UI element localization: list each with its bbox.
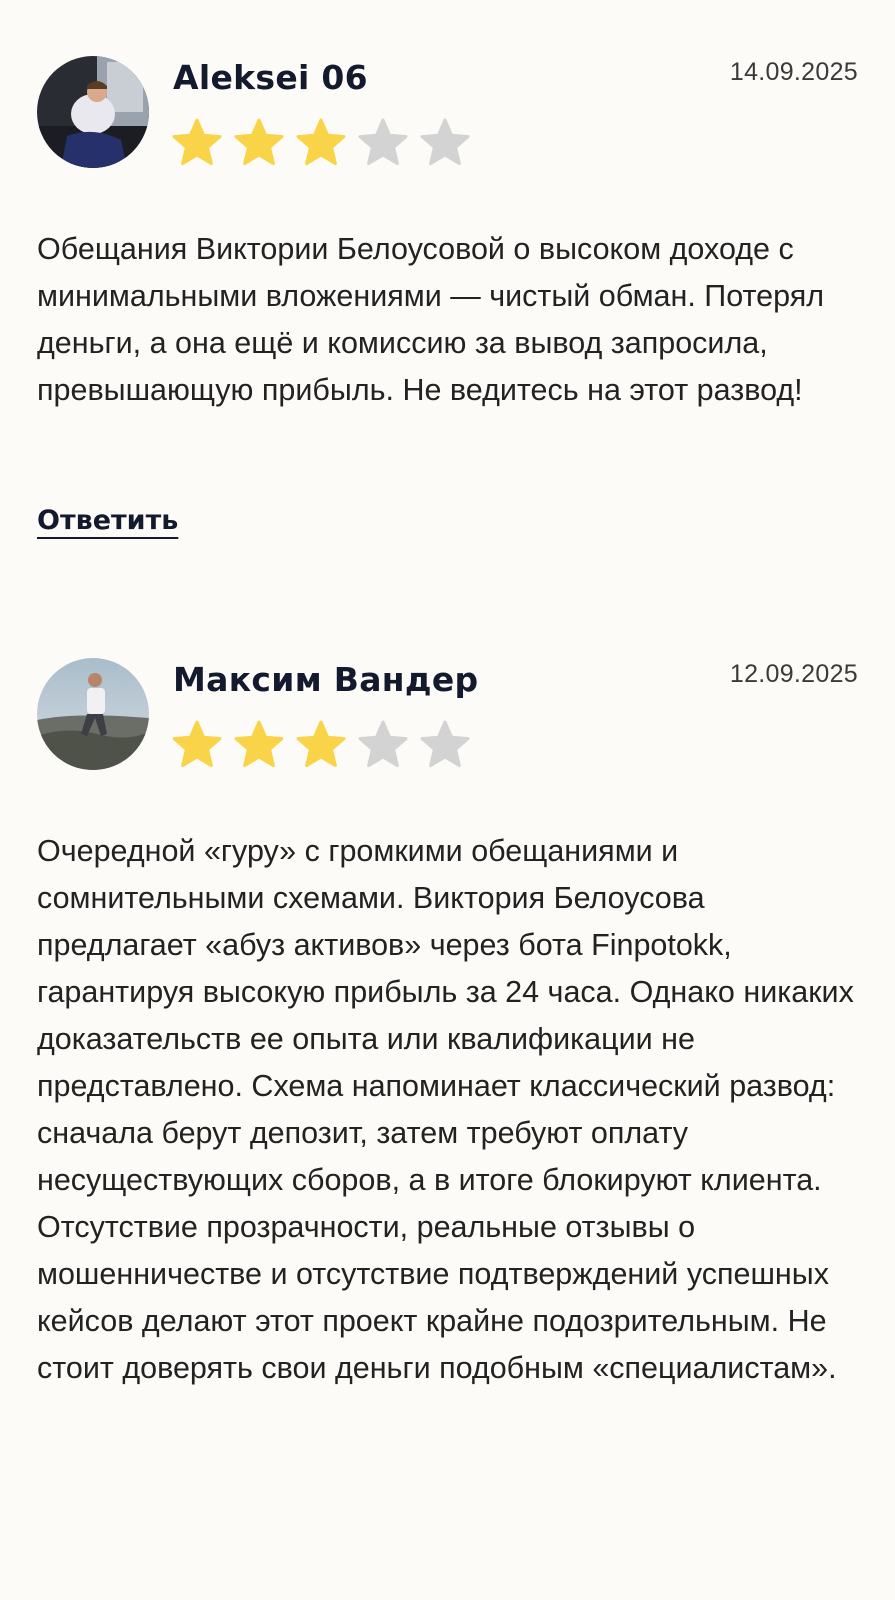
avatar [37,658,149,770]
star-rating [170,116,472,170]
review-text: Обещания Виктории Белоусовой о высоком д… [37,232,825,407]
avatar-photo [37,658,149,770]
review-text: Очередной «гуру» с громкими обещаниями и… [37,834,854,1385]
star-empty-icon [418,718,472,772]
review-date: 14.09.2025 [729,58,858,86]
reply-link[interactable]: Ответить [37,505,178,536]
star-empty-icon [418,116,472,170]
review-author: Максим Вандер [173,660,479,699]
reviews-page: Aleksei 06 14.09.2025 Обещания Виктории … [0,0,895,1600]
star-empty-icon [356,718,410,772]
review-date: 12.09.2025 [729,660,858,688]
star-filled-icon [170,718,224,772]
star-filled-icon [232,718,286,772]
star-filled-icon [294,116,348,170]
star-filled-icon [294,718,348,772]
star-empty-icon [356,116,410,170]
star-rating [170,718,472,772]
avatar [37,56,149,168]
star-filled-icon [170,116,224,170]
avatar-photo [37,56,149,168]
star-filled-icon [232,116,286,170]
review-author: Aleksei 06 [173,58,368,97]
